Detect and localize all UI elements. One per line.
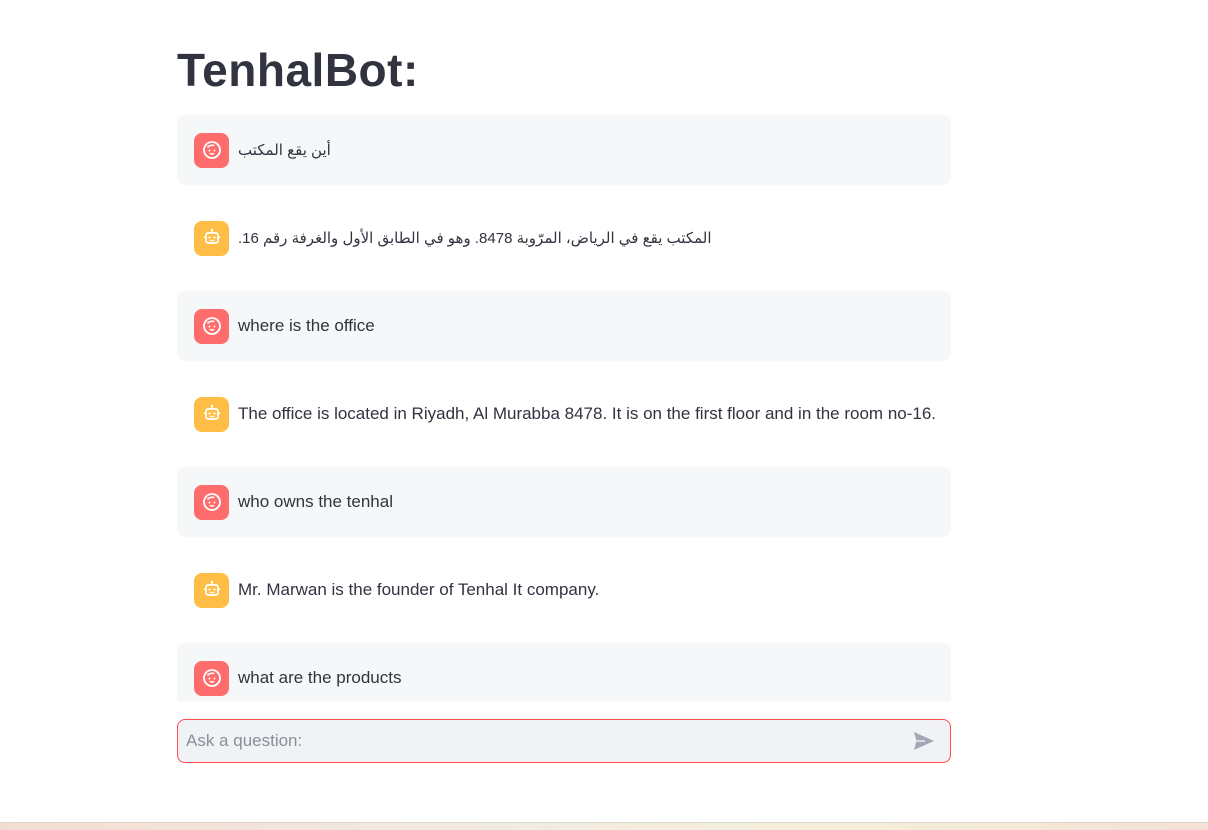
message-text: who owns the tenhal	[238, 492, 393, 511]
message-text: Mr. Marwan is the founder of Tenhal It c…	[238, 580, 600, 599]
robot-icon	[194, 220, 229, 256]
chat-history[interactable]: أين يقع المكتب المكتب يقع في الرياض، الم…	[177, 115, 951, 701]
chat-message-user: أين يقع المكتب	[177, 115, 951, 185]
message-text: The office is located in Riyadh, Al Mura…	[238, 404, 937, 423]
send-button[interactable]	[904, 721, 944, 761]
robot-icon	[194, 572, 229, 608]
chat-message-bot: Mr. Marwan is the founder of Tenhal It c…	[177, 555, 951, 625]
user-face-icon	[194, 132, 229, 168]
chat-message-user: who owns the tenhal	[177, 467, 951, 537]
message-text: where is the office	[238, 316, 375, 335]
send-icon	[914, 732, 934, 750]
page-title: TenhalBot:	[177, 44, 419, 96]
chat-input[interactable]	[178, 720, 904, 762]
chat-message-bot: المكتب يقع في الرياض، المرّوبة 8478. وهو…	[177, 203, 951, 273]
message-text: المكتب يقع في الرياض، المرّوبة 8478. وهو…	[238, 230, 712, 247]
user-face-icon	[194, 660, 229, 696]
chat-message-bot: The office is located in Riyadh, Al Mura…	[177, 379, 951, 449]
chat-input-container	[177, 719, 951, 763]
message-text: what are the products	[238, 668, 402, 687]
user-face-icon	[194, 484, 229, 520]
bottom-status-bar	[0, 822, 1208, 830]
robot-icon	[194, 396, 229, 432]
chat-message-user: where is the office	[177, 291, 951, 361]
chat-message-user: what are the products	[177, 643, 951, 701]
message-text: أين يقع المكتب	[238, 142, 331, 159]
user-face-icon	[194, 308, 229, 344]
app-page: TenhalBot: أين يقع المكتب المكتب يقع في …	[0, 0, 1208, 830]
